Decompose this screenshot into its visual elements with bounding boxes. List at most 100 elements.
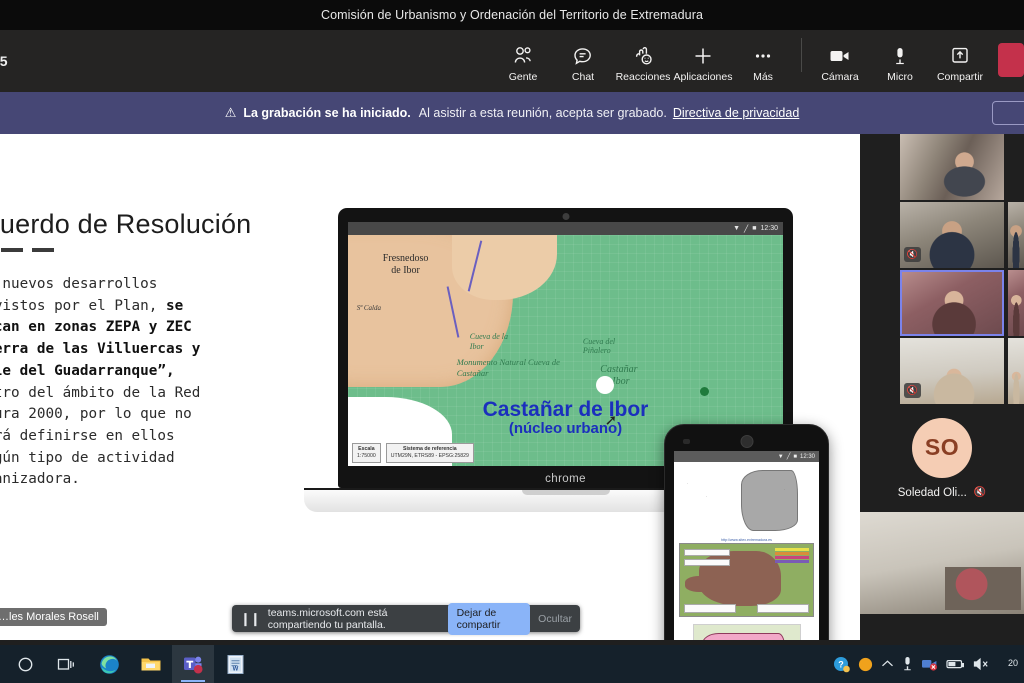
share-bar-text: teams.microsoft.com está compartiendo tu… bbox=[267, 606, 388, 631]
slide-line: podrá definirse en ellos bbox=[0, 428, 175, 445]
participant-tile-partial[interactable] bbox=[1008, 270, 1024, 336]
task-view-icon[interactable] bbox=[46, 645, 88, 683]
apps-label: Aplicaciones bbox=[673, 70, 733, 83]
map-point-green[interactable] bbox=[700, 387, 710, 397]
microphone-icon bbox=[891, 44, 909, 68]
phone-map-label-box-1 bbox=[684, 549, 730, 556]
participant-tile-room[interactable] bbox=[860, 512, 1024, 614]
signal-icon: ╱ bbox=[744, 225, 749, 233]
taskbar-system-tray: ? 20 bbox=[833, 656, 1024, 673]
camera-label: Cámara bbox=[821, 70, 859, 83]
wifi-icon: ▼ bbox=[733, 225, 741, 232]
map-selected-point[interactable] bbox=[595, 375, 614, 394]
people-label: Gente bbox=[508, 70, 538, 83]
slide-line: dentro del ámbito de la Red bbox=[0, 384, 201, 401]
svg-text:W: W bbox=[232, 666, 238, 672]
hide-share-bar-button[interactable]: Ocultar bbox=[538, 613, 572, 625]
phone-map-label-box-2 bbox=[684, 559, 730, 566]
participant-tile[interactable] bbox=[900, 134, 1004, 200]
recording-banner: ⚠ La grabación se ha iniciado. Al asisti… bbox=[0, 92, 1024, 134]
warning-triangle-icon: ⚠ bbox=[224, 105, 237, 120]
battery-icon[interactable] bbox=[946, 658, 965, 670]
camera-button[interactable]: Cámara bbox=[810, 30, 870, 92]
presenter-name-chip: …les Morales Rosell bbox=[0, 608, 107, 626]
stop-sharing-button[interactable]: Dejar de compartir bbox=[447, 602, 531, 635]
participant-tile-partial[interactable] bbox=[1008, 202, 1024, 268]
map-legend-scale: Escala 1:75000 bbox=[352, 442, 381, 463]
shared-content-stage[interactable]: Acuerdo de Resolución Los nuevos desarro… bbox=[0, 134, 860, 640]
phone-urban-core-polygon bbox=[701, 633, 785, 640]
slide-line: Natura 2000, por lo que no bbox=[0, 406, 192, 423]
participant-tile[interactable]: 🔇 bbox=[900, 338, 1004, 404]
banner-dismiss-button[interactable] bbox=[992, 101, 1024, 125]
webcam-blocked-icon[interactable] bbox=[921, 657, 938, 671]
phone-clock: 12:30 bbox=[799, 453, 815, 460]
microphone-button[interactable]: Micro bbox=[870, 30, 930, 92]
svg-text:?: ? bbox=[838, 659, 844, 669]
participant-tile[interactable]: 🔇 bbox=[900, 202, 1004, 268]
share-button[interactable]: Compartir bbox=[930, 30, 990, 92]
phone-map-brown-area-2 bbox=[685, 575, 720, 592]
plus-icon bbox=[692, 44, 714, 68]
mic-off-icon: 🔇 bbox=[904, 383, 921, 398]
phone-status-bar: ▼ ╱ ■ 12:30 bbox=[674, 451, 819, 462]
participant-tile-avatar[interactable]: SO Soledad Oli... 🔇 bbox=[860, 406, 1024, 510]
slide-line: “Sierra de las Villuercas y bbox=[0, 341, 201, 358]
help-question-icon[interactable]: ? bbox=[833, 656, 850, 673]
search-icon[interactable] bbox=[4, 645, 46, 683]
meeting-timer: 15 bbox=[0, 53, 8, 69]
more-button[interactable]: Más bbox=[733, 30, 793, 92]
phone-sensor-icon bbox=[683, 439, 690, 444]
desktop: Comisión de Urbanismo y Ordenación del T… bbox=[0, 0, 1024, 683]
taskbar-app-icons: W bbox=[0, 645, 256, 683]
participant-name: Soledad Oli... bbox=[897, 486, 967, 499]
microphone-tray-icon[interactable] bbox=[902, 656, 913, 672]
screen-share-bar: ❙❙ teams.microsoft.com está compartiendo… bbox=[232, 602, 580, 635]
map-label-cueva-ibor: Cueva de la Ibor bbox=[469, 332, 509, 351]
chat-label: Chat bbox=[571, 70, 595, 83]
recording-banner-bold: La grabación se ha iniciado. bbox=[243, 106, 411, 120]
phone-map-polygon bbox=[741, 470, 798, 531]
slide-title: Acuerdo de Resolución bbox=[0, 209, 252, 239]
apps-button[interactable]: Aplicaciones bbox=[673, 30, 733, 92]
phone-map-scale-box bbox=[684, 604, 736, 613]
people-icon bbox=[512, 44, 534, 68]
phone-document[interactable]: · · · http://www.sitex.extremadura.es bbox=[674, 462, 819, 640]
reactions-label: Reacciones bbox=[615, 70, 671, 83]
leave-meeting-button[interactable] bbox=[998, 43, 1024, 77]
show-hidden-icons-chevron-icon[interactable] bbox=[881, 659, 894, 669]
toolbar-actions: Gente Chat Reacciones Aplicaciones Más C… bbox=[493, 30, 1024, 92]
phone-outline-map: · · · bbox=[679, 466, 814, 538]
share-screen-icon bbox=[950, 44, 970, 68]
volume-muted-icon[interactable] bbox=[973, 657, 990, 671]
participant-tile-active-speaker[interactable] bbox=[900, 270, 1004, 336]
chat-button[interactable]: Chat bbox=[553, 30, 613, 92]
signal-icon: ╱ bbox=[786, 454, 791, 460]
slide-line: urbanizadora. bbox=[0, 471, 80, 488]
slide-line: ningún tipo de actividad bbox=[0, 449, 175, 466]
participant-rail-overflow-column bbox=[1008, 202, 1024, 406]
avatar-name-row: Soledad Oli... 🔇 bbox=[898, 487, 987, 499]
teams-icon[interactable] bbox=[172, 645, 214, 683]
phone-map-credits-box bbox=[757, 604, 809, 613]
privacy-policy-link[interactable]: Directiva de privacidad bbox=[673, 106, 799, 120]
update-orange-icon[interactable] bbox=[858, 657, 873, 672]
taskbar-clock[interactable]: 20 bbox=[998, 658, 1018, 669]
avatar: SO bbox=[912, 417, 972, 478]
slide-line: Los nuevos desarrollos bbox=[0, 276, 158, 292]
participant-rail: 🔇 🔇 SO Soledad Oli... 🔇 bbox=[860, 134, 1024, 640]
device-mockup: ▼ ╱ ■ 12:30 Fresnedoso de Ibor Sª Calda … bbox=[296, 208, 856, 640]
word-document-icon[interactable]: W bbox=[214, 645, 256, 683]
mic-off-icon: 🔇 bbox=[904, 247, 921, 262]
pause-icon[interactable]: ❙❙ bbox=[240, 611, 261, 627]
slide-line: previstos por el Plan, se bbox=[0, 297, 184, 314]
map-legend-reference: Sistema de referencia UTM29N, ETRS89 - EP… bbox=[385, 442, 474, 463]
map-label-cueva-pinalero: Cueva del Piñalero bbox=[582, 336, 616, 356]
slide-body: Los nuevos desarrollos previstos por el … bbox=[0, 274, 260, 491]
slide-line: Valle del Guadarranque”, bbox=[0, 362, 175, 379]
participant-tile-partial[interactable] bbox=[1008, 338, 1024, 404]
file-explorer-icon[interactable] bbox=[130, 645, 172, 683]
edge-browser-icon[interactable] bbox=[88, 645, 130, 683]
people-button[interactable]: Gente bbox=[493, 30, 553, 92]
reactions-button[interactable]: Reacciones bbox=[613, 30, 673, 92]
